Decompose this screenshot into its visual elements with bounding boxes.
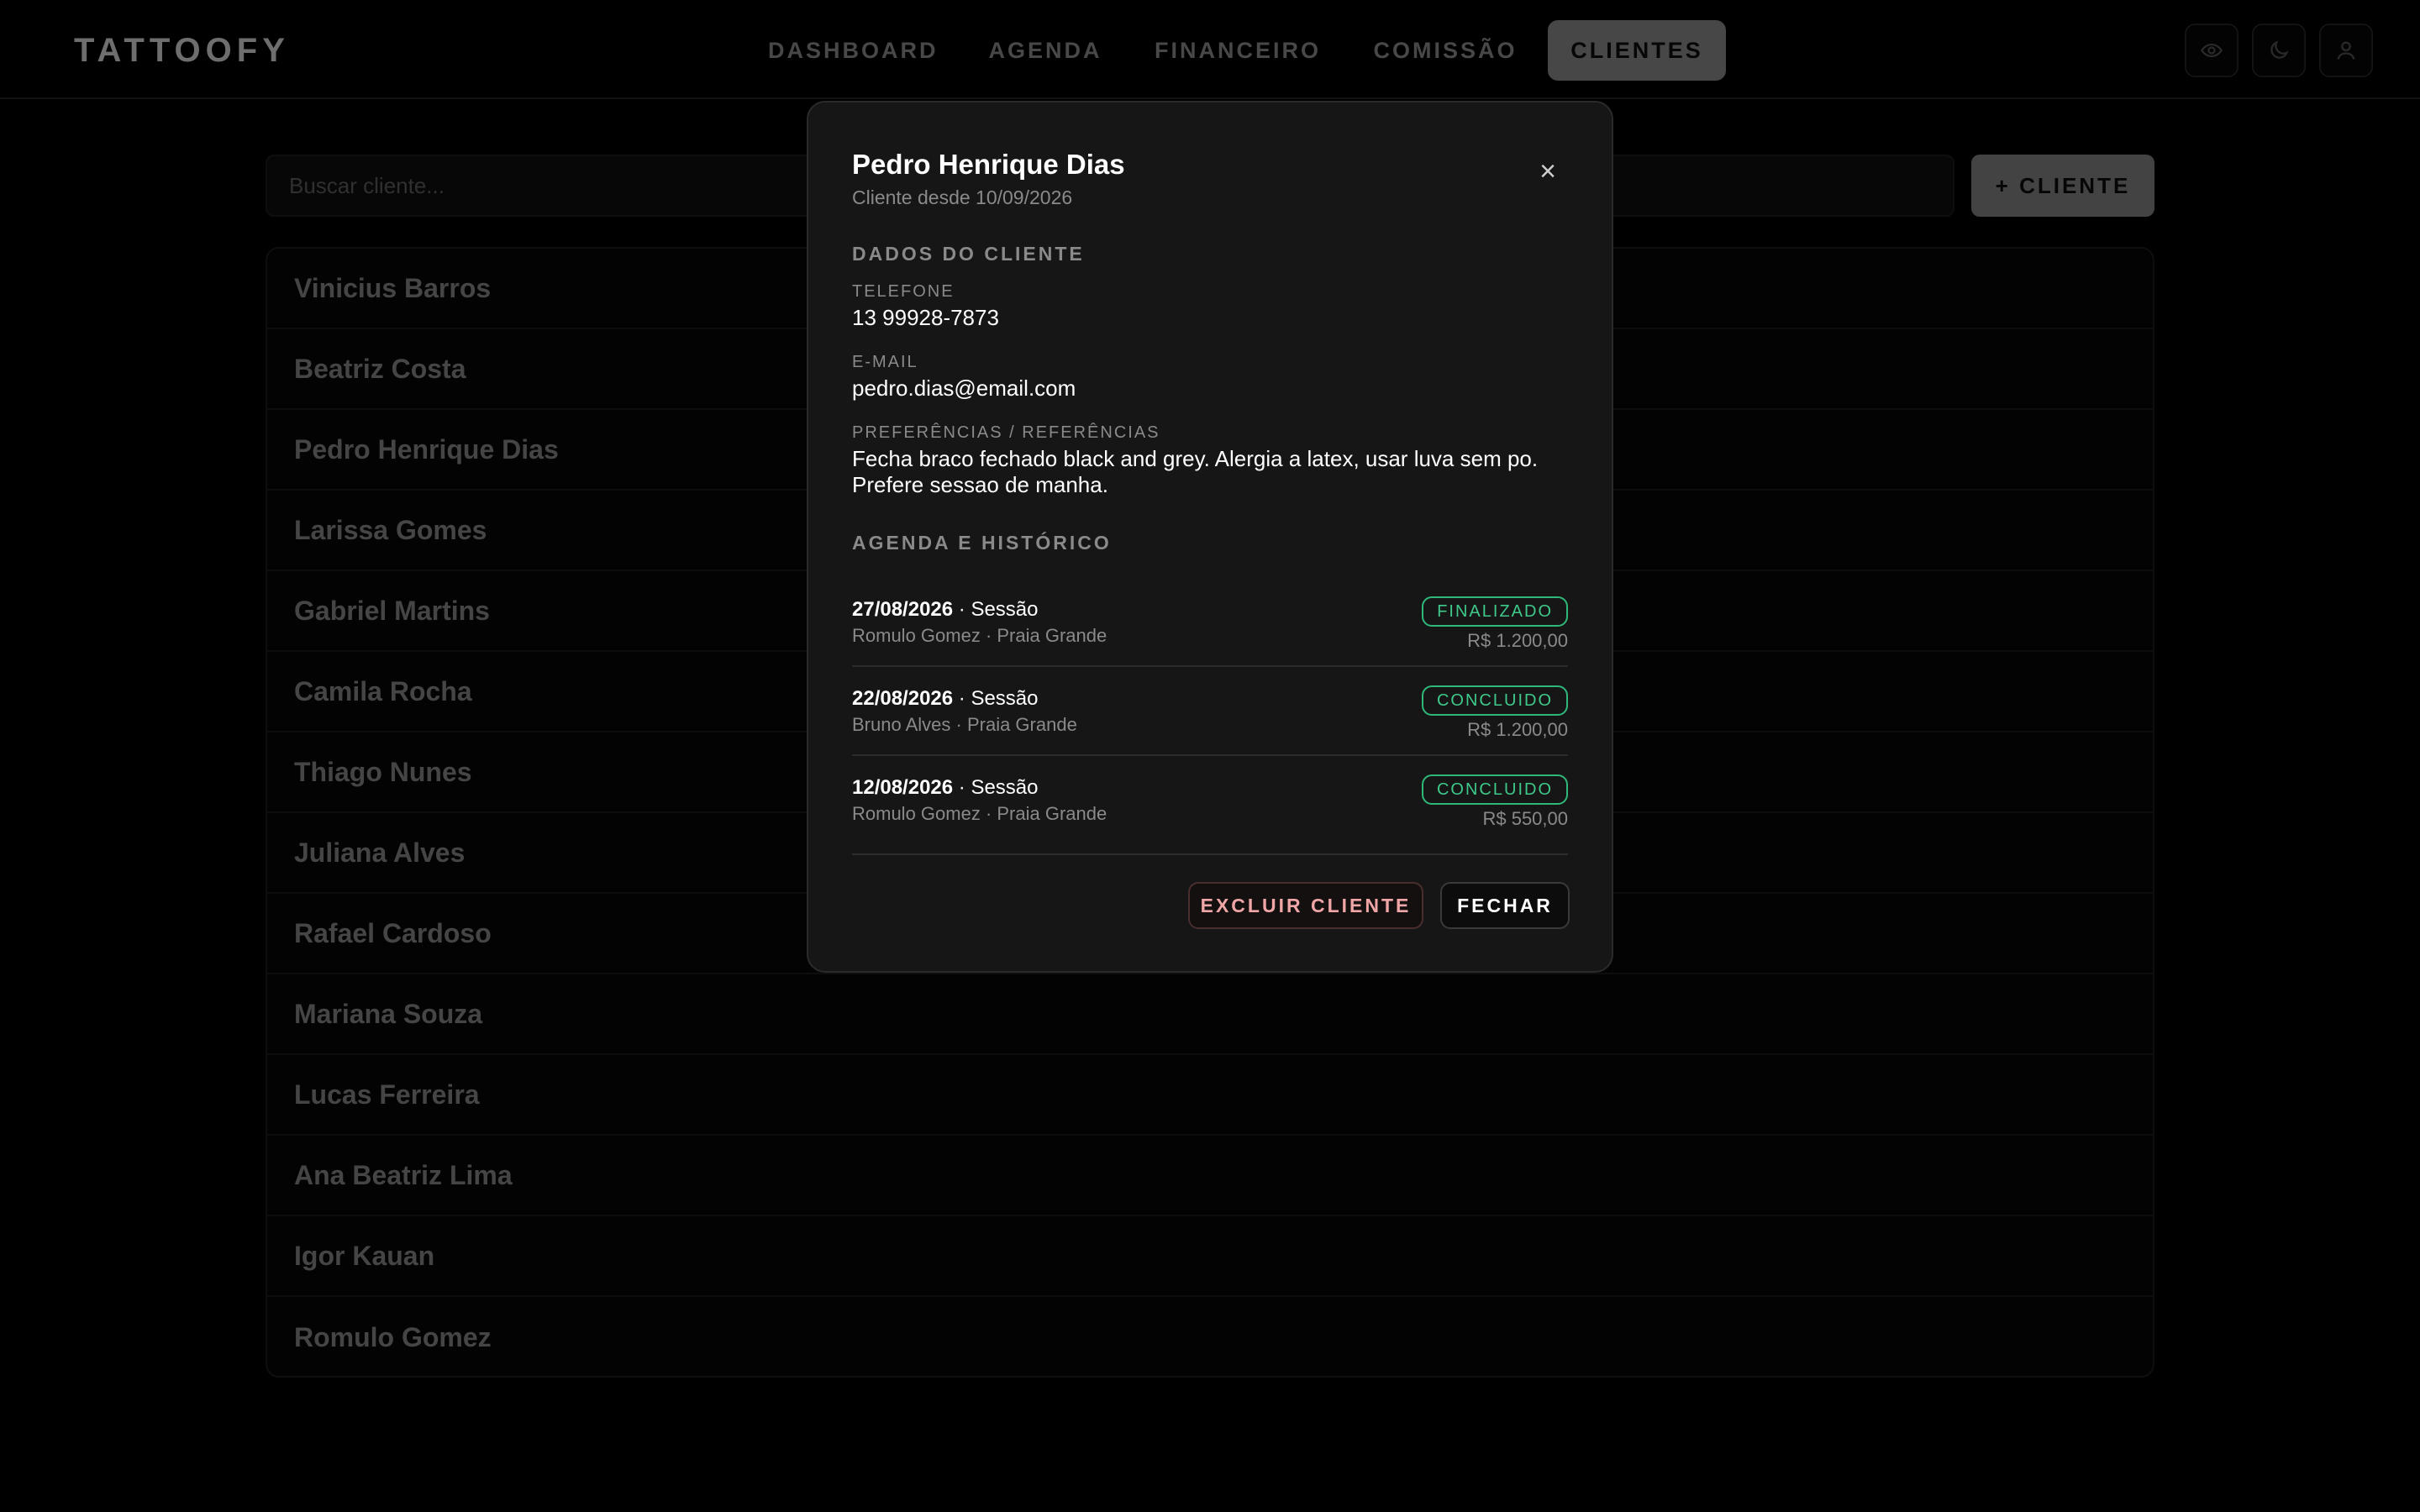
preferences-value: Fecha braco fechado black and grey. Aler… bbox=[852, 446, 1539, 497]
session-price: R$ 1.200,00 bbox=[1467, 719, 1568, 740]
session-type: · Sessão bbox=[953, 598, 1039, 621]
session-artist-location: Romulo Gomez · Praia Grande bbox=[852, 803, 1107, 824]
client-since-text: Cliente desde 10/09/2026 bbox=[852, 186, 1073, 208]
session-artist-location: Romulo Gomez · Praia Grande bbox=[852, 625, 1107, 646]
status-badge: CONCLUIDO bbox=[1421, 774, 1568, 805]
modal-title: Pedro Henrique Dias bbox=[852, 149, 1125, 180]
phone-value: 13 99928-7873 bbox=[852, 305, 999, 330]
history-section-title: AGENDA E HISTÓRICO bbox=[852, 532, 1112, 554]
history-list: 27/08/2026 · Sessão Romulo Gomez · Praia… bbox=[852, 578, 1568, 845]
close-modal-button[interactable]: FECHAR bbox=[1440, 882, 1570, 929]
status-badge: FINALIZADO bbox=[1422, 596, 1568, 627]
session-price: R$ 1.200,00 bbox=[1467, 630, 1568, 651]
modal-footer-divider bbox=[852, 853, 1568, 855]
close-icon[interactable]: × bbox=[1531, 155, 1565, 188]
session-summary: 12/08/2026 · Sessão bbox=[852, 776, 1039, 800]
history-row[interactable]: 27/08/2026 · Sessão Romulo Gomez · Praia… bbox=[852, 578, 1568, 667]
email-label: E-MAIL bbox=[852, 353, 918, 371]
session-type: · Sessão bbox=[953, 687, 1039, 710]
session-date: 22/08/2026 bbox=[852, 687, 954, 710]
delete-client-button[interactable]: EXCLUIR CLIENTE bbox=[1188, 882, 1423, 929]
status-badge: CONCLUIDO bbox=[1421, 685, 1568, 716]
phone-label: TELEFONE bbox=[852, 282, 955, 301]
history-row[interactable]: 22/08/2026 · Sessão Bruno Alves · Praia … bbox=[852, 667, 1568, 756]
client-detail-modal: Pedro Henrique Dias Cliente desde 10/09/… bbox=[807, 101, 1613, 973]
preferences-label: PREFERÊNCIAS / REFERÊNCIAS bbox=[852, 423, 1160, 442]
history-row[interactable]: 12/08/2026 · Sessão Romulo Gomez · Praia… bbox=[852, 756, 1568, 845]
email-value: pedro.dias@email.com bbox=[852, 375, 1076, 401]
session-price: R$ 550,00 bbox=[1482, 808, 1568, 829]
session-date: 12/08/2026 bbox=[852, 776, 954, 799]
session-type: · Sessão bbox=[953, 776, 1039, 799]
session-summary: 27/08/2026 · Sessão bbox=[852, 598, 1039, 622]
session-summary: 22/08/2026 · Sessão bbox=[852, 687, 1039, 711]
session-date: 27/08/2026 bbox=[852, 598, 954, 621]
client-data-section-title: DADOS DO CLIENTE bbox=[852, 243, 1085, 265]
session-artist-location: Bruno Alves · Praia Grande bbox=[852, 714, 1077, 735]
